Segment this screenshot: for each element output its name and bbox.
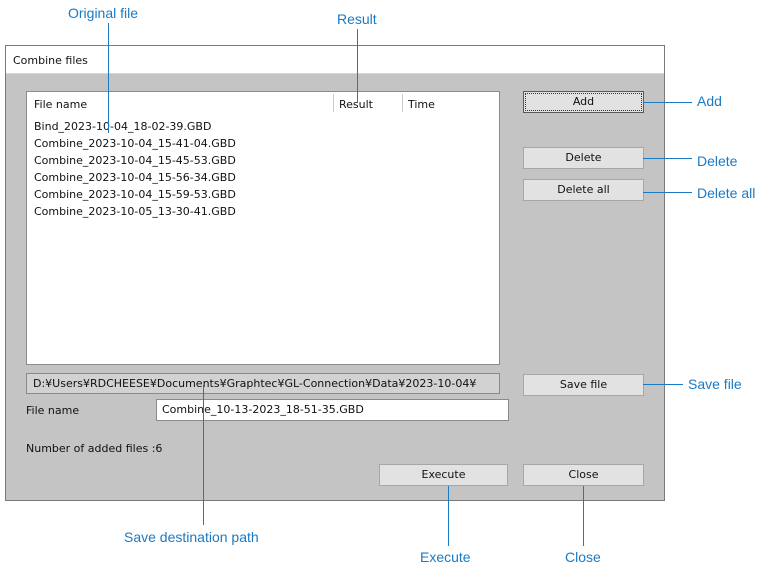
callout-close: Close: [565, 549, 601, 565]
added-files-count: Number of added files :6: [26, 442, 163, 455]
callout-original-file: Original file: [68, 5, 139, 21]
callout-delete-all: Delete all: [697, 185, 756, 201]
list-item[interactable]: Bind_2023-10-04_18-02-39.GBD: [34, 120, 211, 133]
leader-line-close: [583, 486, 584, 546]
leader-line-delete: [643, 158, 692, 159]
column-divider[interactable]: [402, 94, 403, 112]
save-file-button[interactable]: Save file: [523, 374, 644, 396]
column-header-result[interactable]: Result: [339, 98, 373, 111]
list-item[interactable]: Combine_2023-10-04_15-41-04.GBD: [34, 137, 236, 150]
list-item[interactable]: Combine_2023-10-04_15-56-34.GBD: [34, 171, 236, 184]
column-header-file-name[interactable]: File name: [34, 98, 87, 111]
delete-button[interactable]: Delete: [523, 147, 644, 169]
column-divider[interactable]: [333, 94, 334, 112]
dialog-title: Combine files: [13, 54, 88, 67]
combine-files-dialog: Combine files File name Result Time Bind…: [5, 45, 665, 501]
column-header-time[interactable]: Time: [408, 98, 435, 111]
callout-execute: Execute: [420, 549, 471, 565]
leader-line-delete-all: [643, 192, 692, 193]
add-button[interactable]: Add: [523, 91, 644, 113]
list-item[interactable]: Combine_2023-10-04_15-59-53.GBD: [34, 188, 236, 201]
leader-line-result: [357, 29, 358, 103]
leader-line-original-file: [108, 23, 109, 133]
leader-line-save-file: [643, 384, 683, 385]
file-name-label: File name: [26, 404, 80, 417]
delete-all-button[interactable]: Delete all: [523, 179, 644, 201]
leader-line-save-destination-path: [203, 385, 204, 525]
file-list[interactable]: File name Result Time Bind_2023-10-04_18…: [26, 91, 500, 365]
callout-delete: Delete: [697, 153, 738, 169]
save-destination-path-field: D:¥Users¥RDCHEESE¥Documents¥Graphtec¥GL-…: [26, 373, 500, 394]
close-button[interactable]: Close: [523, 464, 644, 486]
execute-button[interactable]: Execute: [379, 464, 508, 486]
title-bar: Combine files: [6, 46, 664, 74]
list-item[interactable]: Combine_2023-10-05_13-30-41.GBD: [34, 205, 236, 218]
leader-line-add: [643, 102, 692, 103]
callout-save-destination-path: Save destination path: [124, 529, 259, 545]
list-item[interactable]: Combine_2023-10-04_15-45-53.GBD: [34, 154, 236, 167]
file-name-field[interactable]: Combine_10-13-2023_18-51-35.GBD: [156, 399, 509, 421]
callout-add: Add: [697, 93, 722, 109]
callout-result: Result: [337, 11, 377, 27]
callout-save-file: Save file: [688, 376, 742, 392]
leader-line-execute: [448, 486, 449, 546]
